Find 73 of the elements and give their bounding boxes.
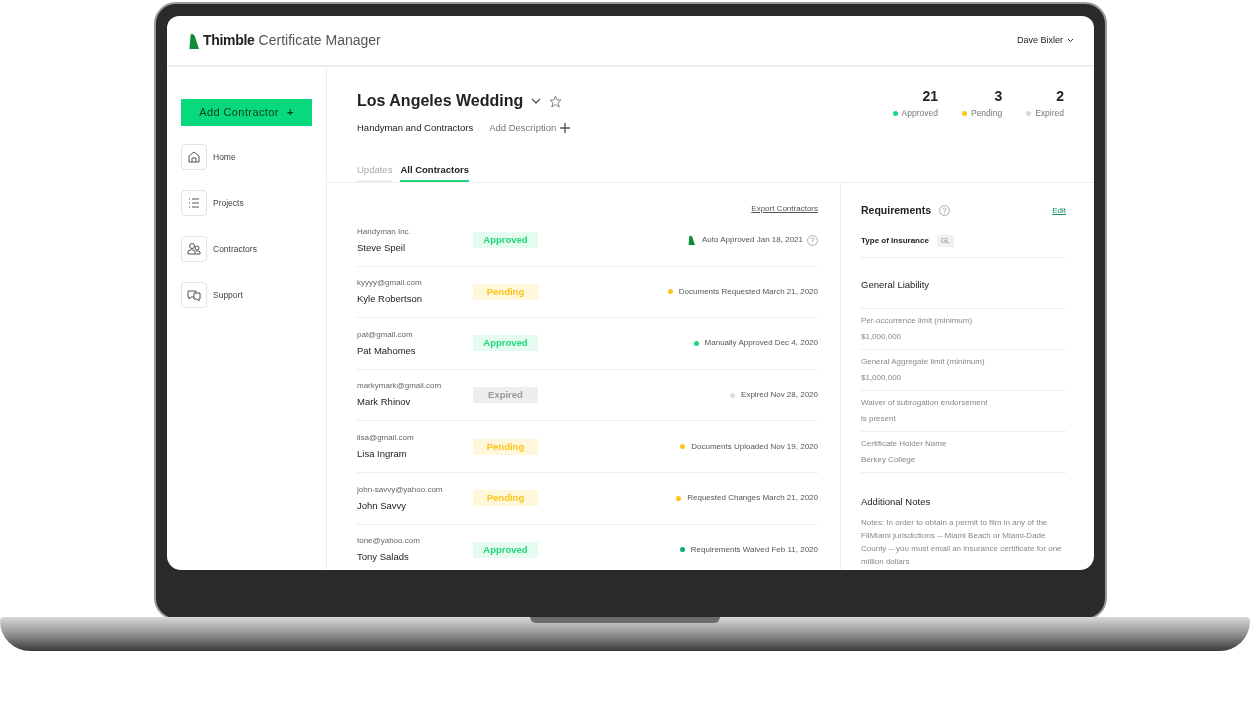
export-link[interactable]: Export Contractors xyxy=(751,203,818,215)
status-badge: Pending xyxy=(473,438,538,455)
brand-name: Thimble xyxy=(203,31,255,50)
home-icon xyxy=(186,149,202,165)
insurance-type-label: Type of Insurance xyxy=(861,234,929,247)
contractor-name: Kyle Robertson xyxy=(357,292,423,307)
status-note: Documents Uploaded Nov 19, 2020 xyxy=(691,440,818,453)
stat-label: Expired xyxy=(1035,107,1064,120)
sidebar-item[interactable]: Contractors xyxy=(181,236,257,262)
tab[interactable]: All Contractors xyxy=(400,162,469,182)
requirement-label: General Aggregate limit (minimum) xyxy=(861,356,986,368)
thimble-logo-icon xyxy=(187,32,199,49)
status-note: Expired Nov 28, 2020 xyxy=(741,389,818,402)
requirement-label: Certificate Holder Name xyxy=(861,438,948,450)
status-badge: Approved xyxy=(473,335,538,352)
requirement-value: Berkey College xyxy=(861,454,917,466)
caret-icon xyxy=(1067,38,1074,43)
user-menu[interactable]: Dave Bixler xyxy=(1017,33,1074,48)
plus-icon xyxy=(560,123,571,134)
contractor-email: tone@yahoo.com xyxy=(357,535,421,548)
contractor-name: John Savvy xyxy=(357,498,408,513)
contractor-name: Mark Rhinov xyxy=(357,395,412,410)
edit-link[interactable]: Edit xyxy=(1052,204,1066,217)
contractor-email: markymark@gmail.com xyxy=(357,380,443,393)
status-badge: Approved xyxy=(473,232,538,249)
status-note: Documents Requested March 21, 2020 xyxy=(678,285,818,298)
contractor-name: Pat Mahomes xyxy=(357,343,417,358)
contractor-name: Lisa Ingram xyxy=(357,447,408,462)
app-title: Certificate Manager xyxy=(258,31,381,50)
section-title: General Liability xyxy=(861,277,931,292)
notes-title: Additional Notes xyxy=(861,495,932,509)
status-note: Requested Changes March 21, 2020 xyxy=(687,492,818,505)
chevron-down-icon[interactable] xyxy=(531,97,542,105)
contractor-name: Steve Speil xyxy=(357,240,407,255)
requirement-label: Per-occurrence limit (minimum) xyxy=(861,315,974,327)
status-badge: Expired xyxy=(473,387,538,404)
contractor-email: john-savvy@yahoo.com xyxy=(357,483,444,496)
requirement-value: is present xyxy=(861,413,897,425)
add-contractor-button[interactable]: Add Contractor + xyxy=(181,99,312,126)
people-icon xyxy=(186,241,202,257)
stat-count: 3 xyxy=(994,89,1003,103)
status-badge: Pending xyxy=(473,490,538,507)
contractor-email: kyyyy@gmail.com xyxy=(357,277,423,290)
contractor-email: pat@gmail.com xyxy=(357,328,414,341)
stat-label: Pending xyxy=(970,107,1003,120)
thimble-logo-icon xyxy=(687,235,696,246)
notes-text: Notes: In order to obtain a permit to film in any of the FilMiami jurisdictions -- Miami Beach or Miami-Dade County -- you must email an insurance certificate for one million dollars xyxy=(861,517,1063,568)
sidebar-item[interactable]: Support xyxy=(181,282,243,308)
requirement-value: $1,000,000 xyxy=(861,372,903,384)
stat-count: 2 xyxy=(1056,89,1064,103)
status-badge: Approved xyxy=(473,541,538,558)
status-note: Manually Approved Dec 4, 2020 xyxy=(704,337,818,350)
sidebar-item[interactable]: Projects xyxy=(181,190,244,216)
requirement-label: Waiver of subrogation endorsement xyxy=(861,397,989,409)
add-description-button[interactable]: Add Description xyxy=(489,121,571,136)
help-icon[interactable] xyxy=(807,234,818,246)
chat-icon xyxy=(186,287,202,303)
contractor-name: Tony Salads xyxy=(357,550,410,565)
contractor-email: Handyman Inc. xyxy=(357,225,412,238)
list-icon xyxy=(186,195,202,211)
project-title: Los Angeles Wedding xyxy=(357,91,524,111)
stat-count: 21 xyxy=(922,89,938,103)
status-note: Auto Approved Jan 18, 2021 xyxy=(702,234,803,247)
stat-label: Approved xyxy=(901,107,938,120)
contractor-email: lisa@gmail.com xyxy=(357,432,415,445)
help-icon[interactable] xyxy=(939,205,951,217)
status-note: Requirements Waived Feb 11, 2020 xyxy=(690,543,818,556)
requirement-value: $1,000,000 xyxy=(861,331,903,343)
project-subtitle: Handyman and Contractors xyxy=(357,121,474,135)
sidebar-item[interactable]: Home xyxy=(181,144,236,170)
status-badge: Pending xyxy=(473,283,538,300)
star-icon[interactable] xyxy=(549,94,563,108)
requirements-title: Requirements xyxy=(861,203,932,218)
